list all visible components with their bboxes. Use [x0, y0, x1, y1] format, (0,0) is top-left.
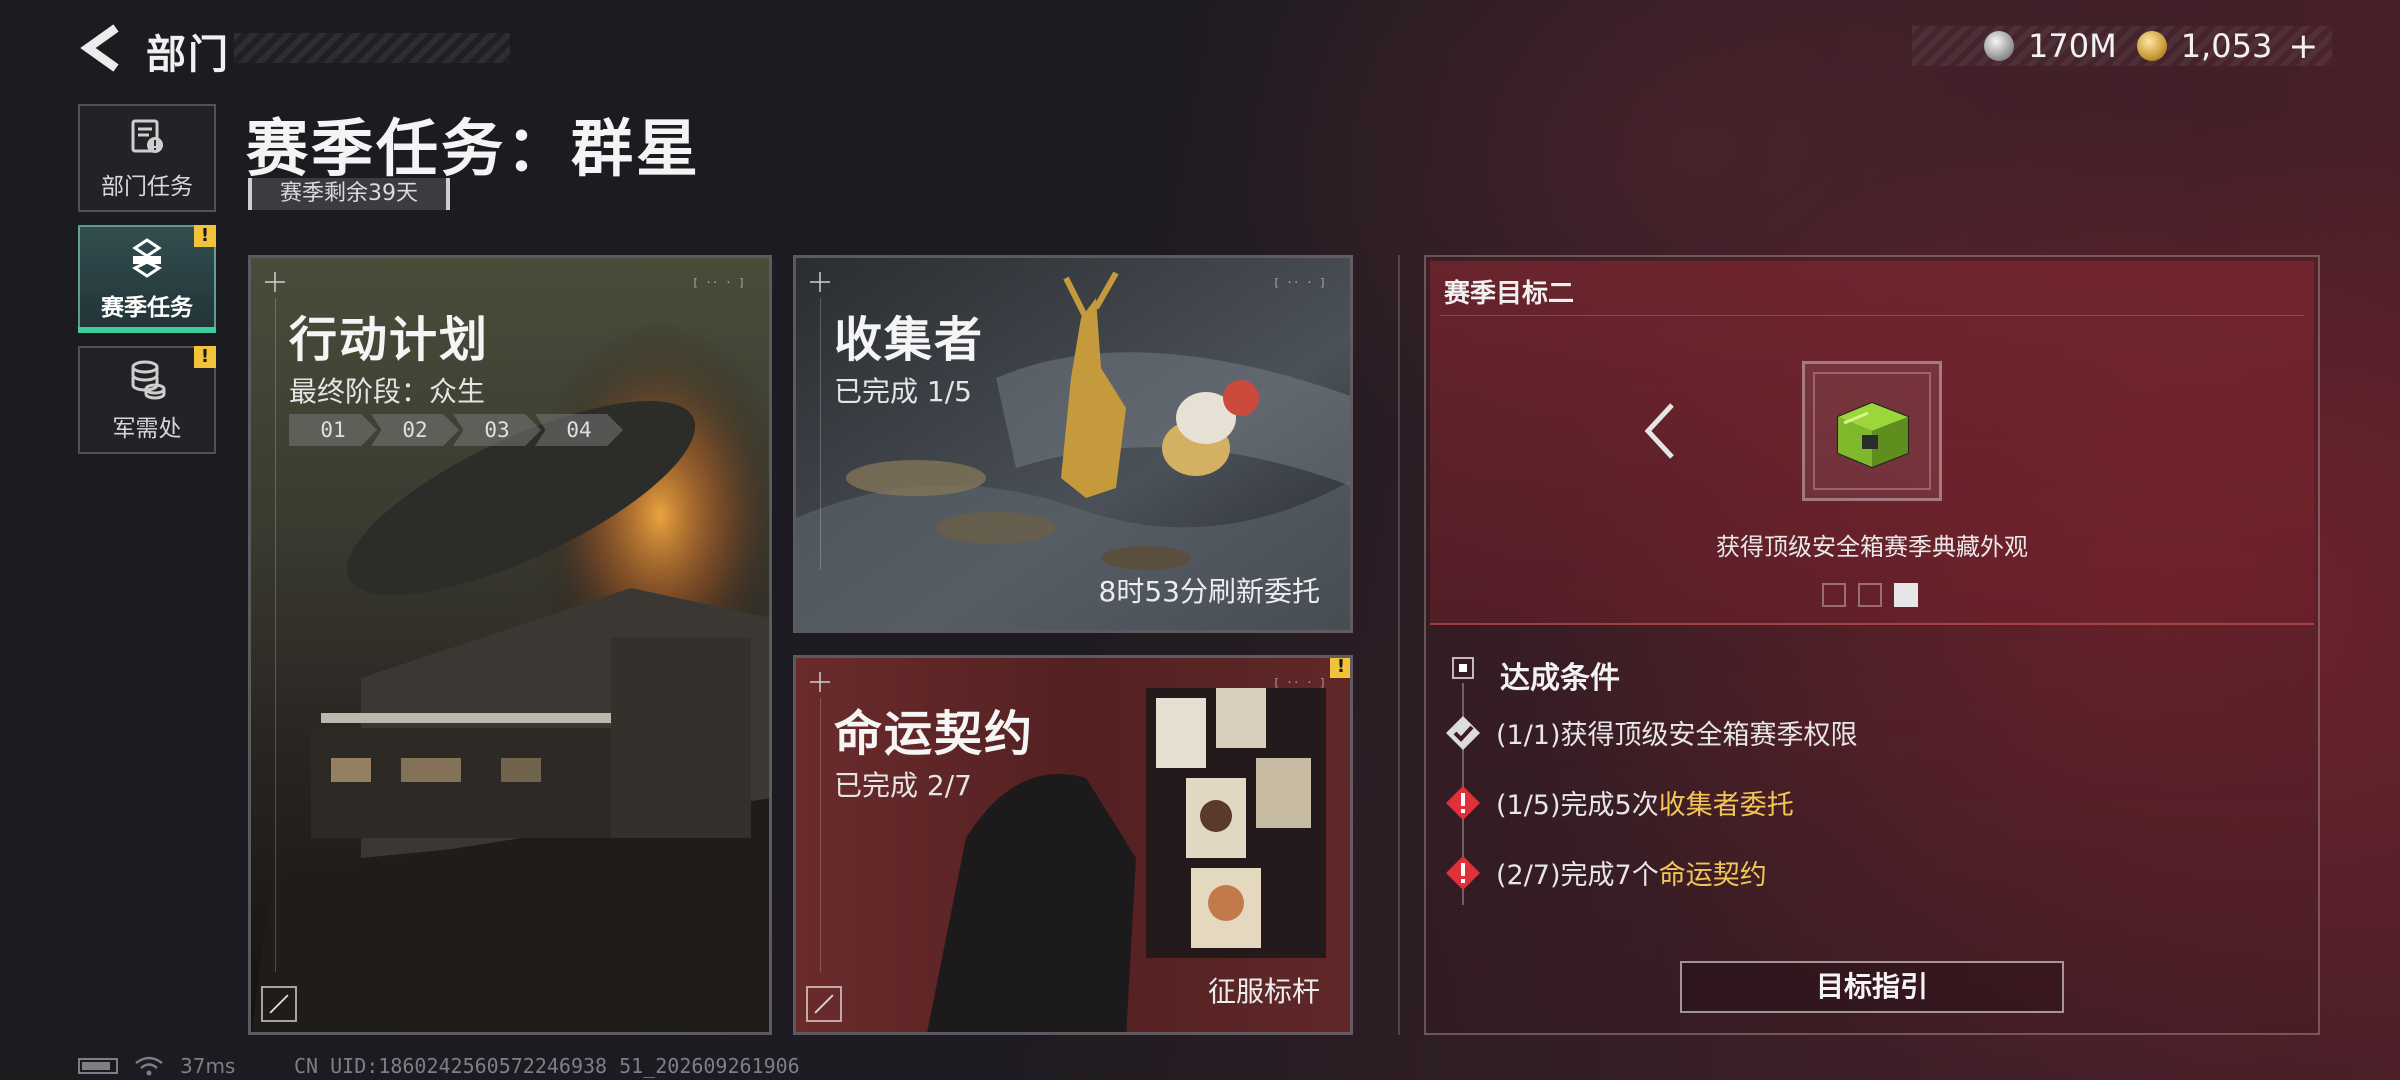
goal-reward-area: 赛季目标二 获得顶级安全箱赛季典藏外观: [1430, 261, 2314, 625]
add-currency-button[interactable]: +: [2288, 26, 2318, 67]
clipboard-icon: [131, 119, 163, 153]
chevron-left-icon: [80, 24, 119, 72]
stage-step: 01: [289, 414, 377, 446]
sidebar-item-label: 赛季任务: [101, 295, 193, 321]
sidebar-item-season-tasks[interactable]: 赛季任务 !: [78, 225, 216, 333]
sidebar-item-department-tasks[interactable]: 部门任务: [78, 104, 216, 212]
silver-coin-icon: [1984, 31, 2014, 61]
warning-diamond-icon: [1446, 785, 1480, 820]
condition-item: (2/7)完成7个命运契约: [1444, 853, 1767, 892]
crosshair-icon: [265, 272, 285, 292]
alert-badge: !: [194, 346, 216, 368]
target-guide-button[interactable]: 目标指引: [1680, 961, 2064, 1013]
header-decoration: [234, 33, 510, 63]
user-uid: CN UID:1860242560572246938 51_2026092619…: [294, 1054, 800, 1078]
page-dot[interactable]: [1822, 583, 1846, 607]
expand-icon[interactable]: [261, 986, 297, 1022]
page-dot[interactable]: [1858, 583, 1882, 607]
card-subtitle: 最终阶段：众生: [289, 375, 486, 408]
fate-contract-card[interactable]: [ ·· · ] ! 命运契约 已完成 2/7 征服标杆: [793, 655, 1353, 1035]
card-guide-line: [820, 698, 821, 972]
reward-item-slot[interactable]: [1802, 361, 1942, 501]
action-plan-card[interactable]: [ ·· · ] 行动计划 最终阶段：众生 01 02 03 04: [248, 255, 772, 1035]
crosshair-icon: [810, 272, 830, 292]
header-title: 部门: [146, 32, 230, 78]
card-title: 收集者: [834, 312, 985, 368]
expand-icon[interactable]: [806, 986, 842, 1022]
chevron-left-icon[interactable]: [1642, 401, 1678, 461]
goal-title-divider: [1440, 315, 2304, 316]
page-dot-active[interactable]: [1894, 583, 1918, 607]
stage-step: 02: [371, 414, 459, 446]
alert-badge: !: [1330, 658, 1350, 678]
ping-value: 37ms: [180, 1054, 236, 1078]
gold-balance: 1,053: [2180, 27, 2273, 65]
condition-text: (2/7)完成7个命运契约: [1496, 860, 1767, 891]
card-stamp: [ ·· · ]: [1273, 676, 1326, 689]
collector-card[interactable]: [ ·· · ] 收集者 已完成 1/5 8时53分刷新委托: [793, 255, 1353, 633]
card-footer-label: 征服标杆: [1207, 975, 1320, 1008]
conditions-heading: 达成条件: [1500, 661, 1620, 696]
card-stamp: [ ·· · ]: [1273, 276, 1326, 289]
card-stamp: [ ·· · ]: [692, 276, 745, 289]
stage-step: 03: [453, 414, 541, 446]
page-title: 赛季任务：群星: [246, 112, 702, 185]
card-guide-line: [275, 298, 276, 972]
gold-coin-icon: [2136, 31, 2167, 61]
season-goal-panel: 赛季目标二 获得顶级安全箱赛季典藏外观 达成条件 (1/1)获得顶级安全箱赛季权…: [1424, 255, 2320, 1035]
card-guide-line: [820, 298, 821, 570]
alert-badge: !: [194, 225, 216, 247]
card-progress: 已完成 2/7: [834, 769, 972, 802]
silver-balance: 170M: [2028, 27, 2117, 65]
currency-bar: 170M 1,053 +: [1912, 26, 2332, 67]
card-title: 行动计划: [289, 312, 490, 368]
back-button[interactable]: [78, 22, 124, 74]
coins-stack-icon: [131, 360, 166, 400]
sidebar-item-quartermaster[interactable]: 军需处 !: [78, 346, 216, 454]
crosshair-icon: [810, 672, 830, 692]
refresh-timer: 8时53分刷新委托: [1098, 575, 1320, 608]
card-progress: 已完成 1/5: [834, 375, 972, 408]
condition-text: (1/5)完成5次收集者委托: [1496, 790, 1794, 821]
section-divider: [1398, 255, 1400, 1035]
battery-icon: [78, 1058, 118, 1074]
condition-item: (1/5)完成5次收集者委托: [1444, 783, 1794, 822]
season-remaining-badge: 赛季剩余39天: [248, 178, 450, 210]
reward-item-frame: [1813, 372, 1931, 490]
stage-step: 04: [535, 414, 623, 446]
goal-pagination: [1822, 583, 1918, 607]
warning-diamond-icon: [1446, 855, 1480, 890]
reward-description: 获得顶级安全箱赛季典藏外观: [1716, 533, 2028, 561]
stage-progress: 01 02 03 04: [289, 414, 623, 446]
goal-title: 赛季目标二: [1444, 279, 1575, 309]
status-bar: 37ms: [78, 1054, 235, 1078]
sidebar-item-label: 军需处: [112, 416, 182, 442]
condition-item: (1/1)获得顶级安全箱赛季权限: [1444, 713, 1858, 752]
conditions-heading-icon: [1452, 657, 1474, 679]
condition-text: (1/1)获得顶级安全箱赛季权限: [1496, 720, 1858, 751]
check-diamond-icon: [1446, 715, 1480, 750]
card-title: 命运契约: [834, 706, 1035, 762]
season-task-icon: [132, 238, 162, 278]
safe-box-icon: [1837, 401, 1909, 469]
wifi-icon: [135, 1056, 163, 1076]
sidebar-item-label: 部门任务: [101, 174, 193, 200]
